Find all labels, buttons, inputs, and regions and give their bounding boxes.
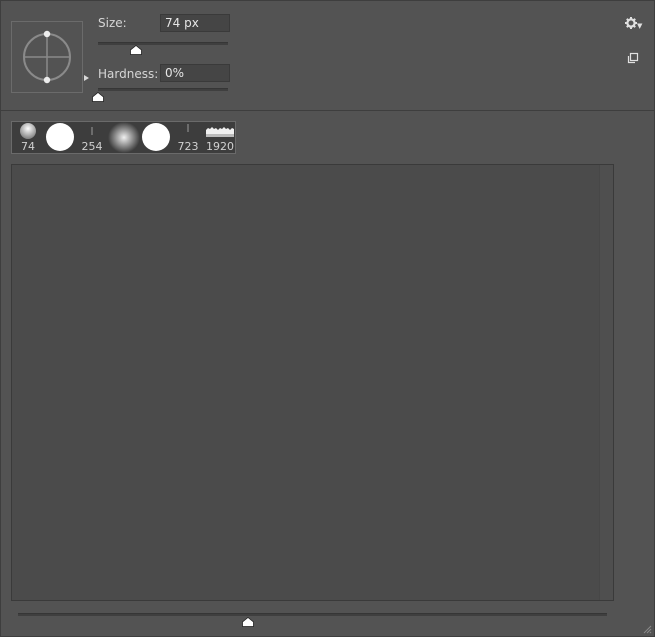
tiny-brush-icon [91,127,93,135]
gear-icon[interactable]: ▼ [625,15,643,31]
recent-brush-item[interactable] [140,122,172,153]
thumbnail-size-slider-track[interactable] [18,613,607,616]
texture-brush-icon [206,127,234,137]
hardness-label: Hardness: [98,67,159,81]
divider [0,110,655,111]
hardness-input[interactable] [160,64,230,82]
recent-brush-item[interactable]: 723 [172,122,204,153]
resize-grip-icon[interactable] [642,624,652,634]
chevron-down-icon: ▼ [637,22,643,30]
soft-brush-icon [108,122,140,153]
brush-angle-roundness-icon[interactable] [12,22,82,92]
size-input[interactable] [160,14,230,32]
size-slider-track[interactable] [98,42,228,45]
new-preset-icon[interactable] [627,52,639,64]
size-slider-thumb[interactable] [129,45,142,55]
round-hard-brush-icon [142,123,170,151]
triangle-right-icon[interactable] [84,75,89,81]
brush-size-label: 254 [81,140,103,153]
recent-brush-item[interactable]: 1920 [204,122,236,153]
recent-brush-item[interactable] [108,122,140,153]
scrollbar[interactable] [599,165,613,600]
round-hard-brush-icon [46,123,74,151]
recent-brushes-strip: 74 254 723 1920 [11,121,236,154]
brush-size-label: 74 [21,140,35,153]
recent-brush-item[interactable]: 74 [12,122,44,153]
tiny-brush-icon [187,124,189,132]
brush-size-label: 1920 [206,140,234,153]
round-soft-brush-icon [20,123,36,139]
brush-tip-preview[interactable] [11,21,89,93]
hardness-slider-thumb[interactable] [92,92,104,102]
brush-size-label: 723 [177,140,199,153]
hardness-slider-track[interactable] [98,88,228,91]
recent-brush-item[interactable]: 254 [76,122,108,153]
brush-presets-list[interactable] [11,164,614,601]
recent-brush-item[interactable] [44,122,76,153]
thumbnail-size-slider-thumb[interactable] [241,617,254,627]
size-label: Size: [98,16,127,30]
